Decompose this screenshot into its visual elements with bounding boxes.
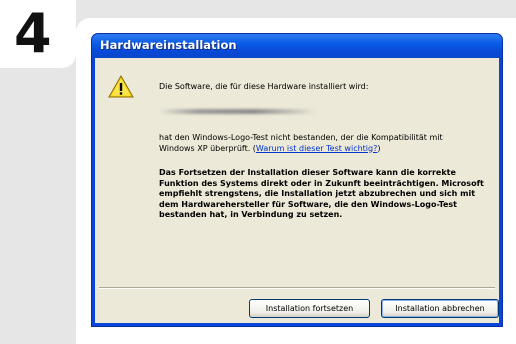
- dialog-titlebar[interactable]: Hardwareinstallation: [92, 34, 502, 58]
- step-number: 4: [14, 2, 52, 65]
- continue-installation-button[interactable]: Installation fortsetzen: [249, 299, 370, 318]
- dialog-body: Die Software, die für diese Hardware ins…: [95, 58, 499, 323]
- hardware-installation-dialog: Hardwareinstallation Die Software, die f…: [91, 33, 503, 327]
- abort-installation-button[interactable]: Installation abbrechen: [381, 299, 499, 318]
- why-test-important-link[interactable]: Warum ist dieser Test wichtig?: [256, 144, 377, 153]
- dialog-title: Hardwareinstallation: [100, 38, 237, 52]
- warning-icon: [108, 75, 134, 98]
- separator: [99, 287, 495, 289]
- logotest-close-paren: ): [377, 143, 381, 153]
- step-badge: 4: [0, 0, 76, 68]
- blurred-device-name: [159, 109, 317, 114]
- logotest-text: hat den Windows-Logo-Test nicht bestande…: [159, 133, 479, 154]
- warning-text: Das Fortsetzen der Installation dieser S…: [159, 168, 484, 220]
- intro-text: Die Software, die für diese Hardware ins…: [159, 82, 369, 91]
